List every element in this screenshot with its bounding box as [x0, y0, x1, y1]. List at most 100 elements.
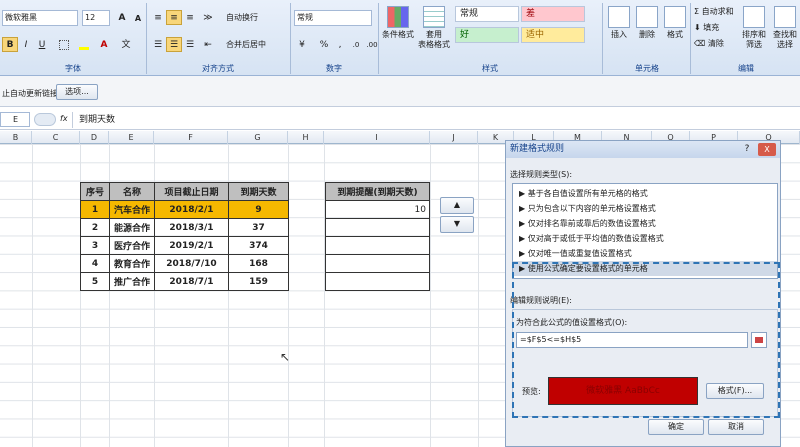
rule-option[interactable]: ▶ 仅对唯一值或重复值设置格式	[513, 246, 777, 261]
shrink-font-button[interactable]: A	[130, 11, 146, 26]
cell[interactable]: 2019/2/1	[154, 236, 229, 255]
table-format-button[interactable]: 套用 表格格式	[416, 6, 452, 50]
autosum-label: 自动求和	[701, 7, 734, 16]
cell[interactable]: 168	[228, 254, 289, 273]
align-left-icon[interactable]: ☰	[150, 37, 166, 52]
bold-button[interactable]: B	[2, 37, 18, 52]
cell[interactable]	[325, 272, 430, 291]
header-cell[interactable]: 项目截止日期	[154, 182, 229, 201]
font-name-select[interactable]: 微软雅黑	[2, 10, 78, 26]
cell[interactable]	[325, 236, 430, 255]
rule-option[interactable]: ▶ 仅对高于或低于平均值的数值设置格式	[513, 231, 777, 246]
fill-button[interactable]: ⬇ 填充	[694, 22, 719, 33]
conditional-format-button[interactable]: 条件格式	[380, 6, 416, 40]
insert-button[interactable]: 插入	[606, 6, 632, 40]
column-header[interactable]: F	[154, 131, 228, 144]
header-cell[interactable]: 名称	[109, 182, 155, 201]
column-header[interactable]: H	[288, 131, 324, 144]
close-button[interactable]: X	[758, 143, 776, 156]
column-header[interactable]: J	[430, 131, 478, 144]
spin-up-button[interactable]: ▲	[440, 197, 474, 214]
header-cell[interactable]: 到期天数	[228, 182, 289, 201]
column-header[interactable]: G	[228, 131, 288, 144]
cell[interactable]	[325, 254, 430, 273]
cell[interactable]: 1	[80, 200, 110, 219]
cell[interactable]: 2018/3/1	[154, 218, 229, 237]
sort-filter-button[interactable]: 排序和 筛选	[740, 6, 768, 50]
wrap-text-button[interactable]: 自动换行	[226, 12, 258, 23]
cell[interactable]: 159	[228, 272, 289, 291]
increase-decimal-button[interactable]: .0	[348, 37, 364, 52]
column-header[interactable]: I	[324, 131, 430, 144]
gridline	[478, 144, 479, 447]
formula-input[interactable]: 到期天数	[72, 112, 800, 128]
font-color-icon[interactable]: A	[96, 37, 112, 52]
cell[interactable]: 汽车合作	[109, 200, 155, 219]
merge-center-button[interactable]: 合并后居中	[226, 39, 266, 50]
cell[interactable]: 2018/7/10	[154, 254, 229, 273]
column-header[interactable]: E	[109, 131, 154, 144]
underline-button[interactable]: U	[34, 37, 50, 52]
currency-icon[interactable]: ¥	[294, 37, 310, 52]
cell[interactable]: 2	[80, 218, 110, 237]
style-neutral[interactable]: 适中	[521, 27, 585, 43]
font-size-select[interactable]: 12	[82, 10, 110, 26]
rule-type-label: 选择规则类型(S):	[510, 170, 573, 179]
cell[interactable]: 推广合作	[109, 272, 155, 291]
expand-handle[interactable]	[34, 113, 56, 126]
column-header[interactable]: C	[32, 131, 80, 144]
number-format-select[interactable]: 常规	[294, 10, 372, 26]
header-cell[interactable]: 序号	[80, 182, 110, 201]
clear-button[interactable]: ⌫ 清除	[694, 38, 724, 49]
options-button[interactable]: 选项...	[56, 84, 98, 100]
spin-down-button[interactable]: ▼	[440, 216, 474, 233]
cell[interactable]: 医疗合作	[109, 236, 155, 255]
cell[interactable]: 2018/7/1	[154, 272, 229, 291]
fill-color-icon[interactable]	[76, 37, 92, 52]
column-header[interactable]: B	[0, 131, 32, 144]
cell[interactable]: 37	[228, 218, 289, 237]
style-bad[interactable]: 差	[521, 6, 585, 22]
orientation-icon[interactable]: ≫	[200, 10, 216, 25]
cell[interactable]: 3	[80, 236, 110, 255]
reminder-value[interactable]: 10	[325, 200, 430, 219]
name-box[interactable]: E	[0, 112, 30, 127]
rule-option[interactable]: ▶ 基于各自值设置所有单元格的格式	[513, 186, 777, 201]
italic-button[interactable]: I	[18, 37, 34, 52]
comma-button[interactable]: ,	[332, 37, 348, 52]
align-bottom-icon[interactable]: ≡	[182, 10, 198, 25]
format-cells-button[interactable]: 格式	[662, 6, 688, 40]
rule-option[interactable]: ▶ 只为包含以下内容的单元格设置格式	[513, 201, 777, 216]
fx-icon[interactable]: fx	[60, 114, 68, 123]
align-center-icon[interactable]: ☰	[166, 37, 182, 52]
find-select-button[interactable]: 查找和 选择	[770, 6, 800, 50]
help-button[interactable]: ?	[740, 143, 754, 156]
cell[interactable]: 教育合作	[109, 254, 155, 273]
cell[interactable]: 374	[228, 236, 289, 255]
cell[interactable]: 2018/2/1	[154, 200, 229, 219]
cancel-button[interactable]: 取消	[708, 419, 764, 435]
indent-icon[interactable]: ⇤	[200, 37, 216, 52]
cell[interactable]: 9	[228, 200, 289, 219]
ok-button[interactable]: 确定	[648, 419, 704, 435]
column-header[interactable]: D	[80, 131, 109, 144]
align-top-icon[interactable]: ≡	[150, 10, 166, 25]
reminder-header[interactable]: 到期提醒(到期天数)	[325, 182, 430, 201]
grow-font-button[interactable]: A	[114, 10, 130, 25]
cell[interactable]	[325, 218, 430, 237]
style-good[interactable]: 好	[455, 27, 519, 43]
align-right-icon[interactable]: ☰	[182, 37, 198, 52]
align-middle-icon[interactable]: ≡	[166, 10, 182, 25]
percent-button[interactable]: %	[316, 37, 332, 52]
cell[interactable]: 4	[80, 254, 110, 273]
autosum-button[interactable]: Σ 自动求和	[694, 6, 734, 17]
delete-button[interactable]: 删除	[634, 6, 660, 40]
phonetic-icon[interactable]: 文	[118, 37, 134, 52]
table-row: 2 能源合作 2018/3/1 37	[80, 218, 289, 237]
border-icon[interactable]	[56, 37, 72, 52]
cell[interactable]: 能源合作	[109, 218, 155, 237]
delete-cells-icon	[636, 6, 658, 28]
cell[interactable]: 5	[80, 272, 110, 291]
rule-option[interactable]: ▶ 仅对排名靠前或靠后的数值设置格式	[513, 216, 777, 231]
style-normal[interactable]: 常规	[455, 6, 519, 22]
